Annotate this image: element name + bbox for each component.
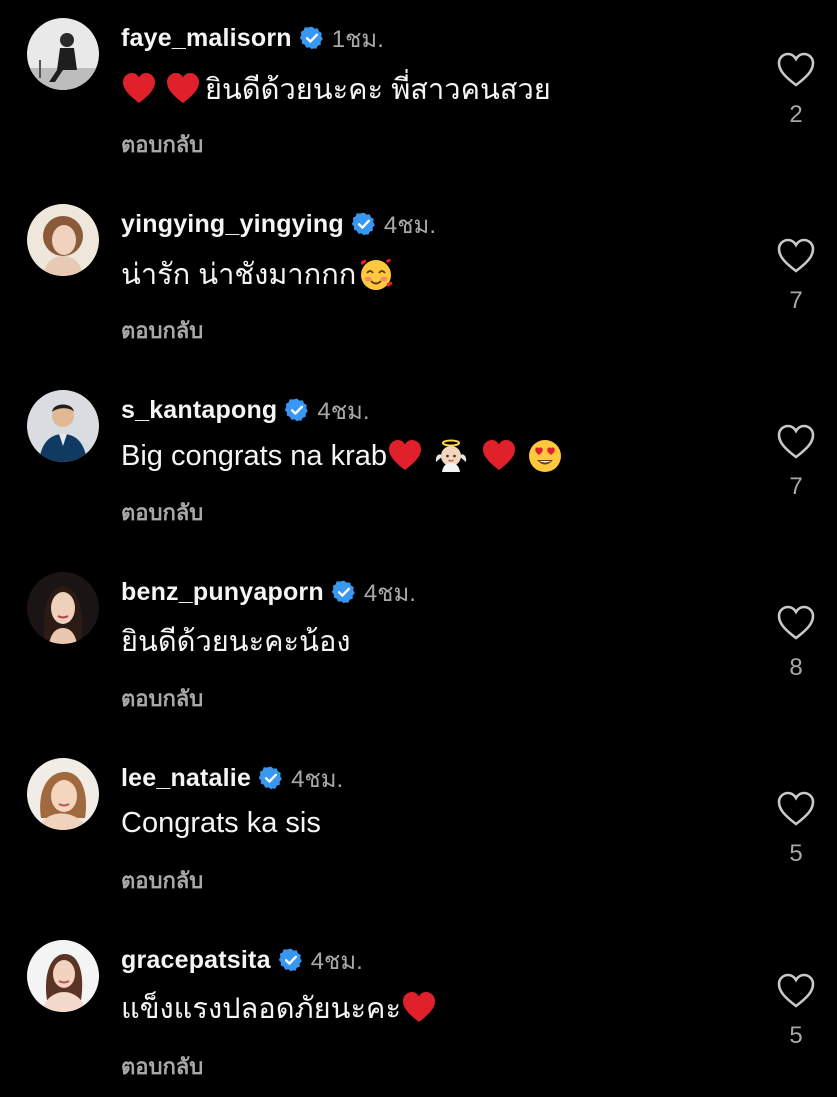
verified-badge-icon xyxy=(258,765,284,791)
comment-header: s_kantapong 4ชม. xyxy=(121,393,370,427)
comment-text: น่ารัก น่าชังมากกก xyxy=(121,252,394,296)
timestamp: 1ชม. xyxy=(331,25,384,53)
verified-badge-icon xyxy=(299,25,325,51)
like-count: 7 xyxy=(789,473,803,500)
baby-angel-icon xyxy=(433,438,469,474)
like-heart-icon[interactable] xyxy=(776,422,816,462)
avatar[interactable] xyxy=(27,940,99,1012)
verified-badge-icon xyxy=(331,579,357,605)
like-heart-icon[interactable] xyxy=(776,236,816,276)
like-heart-icon[interactable] xyxy=(776,603,816,643)
avatar[interactable] xyxy=(27,390,99,462)
avatar[interactable] xyxy=(27,572,99,644)
comment-body: ยินดีด้วยนะคะ พี่สาวคนสวย xyxy=(205,74,551,106)
red-heart-icon xyxy=(481,438,517,474)
timestamp: 4ชม. xyxy=(310,947,363,975)
smiling-face-with-hearts-icon xyxy=(358,256,394,292)
username[interactable]: gracepatsita xyxy=(121,946,271,975)
red-heart-icon xyxy=(165,71,201,107)
comment-body: Congrats ka sis xyxy=(121,806,321,839)
avatar[interactable] xyxy=(27,204,99,276)
avatar[interactable] xyxy=(27,18,99,90)
like-count: 2 xyxy=(789,101,803,128)
reply-button[interactable]: ตอบกลับ xyxy=(121,681,203,716)
red-heart-icon xyxy=(387,438,423,474)
timestamp: 4ชม. xyxy=(383,211,436,239)
reply-button[interactable]: ตอบกลับ xyxy=(121,313,203,348)
comment-header: lee_natalie 4ชม. xyxy=(121,761,343,795)
comment-text: Congrats ka sis xyxy=(121,801,321,845)
comment-body: แข็งแรงปลอดภัยนะคะ xyxy=(121,993,402,1025)
comment-text: ยินดีด้วยนะคะ พี่สาวคนสวย xyxy=(121,67,551,111)
reply-button[interactable]: ตอบกลับ xyxy=(121,1049,203,1084)
like-count: 5 xyxy=(789,1022,803,1049)
timestamp: 4ชม. xyxy=(291,765,344,793)
like-count: 5 xyxy=(789,840,803,867)
comment-header: gracepatsita 4ชม. xyxy=(121,943,363,977)
comment-header: faye_malisorn 1ชม. xyxy=(121,21,384,55)
like-count: 8 xyxy=(789,654,803,681)
comment-text: Big congrats na krab xyxy=(121,434,563,478)
like-heart-icon[interactable] xyxy=(776,971,816,1011)
username[interactable]: faye_malisorn xyxy=(121,24,292,53)
verified-badge-icon xyxy=(351,211,377,237)
comment-body: ยินดีด้วยนะคะน้อง xyxy=(121,626,351,658)
verified-badge-icon xyxy=(284,397,310,423)
reply-button[interactable]: ตอบกลับ xyxy=(121,495,203,530)
timestamp: 4ชม. xyxy=(317,397,370,425)
comment-body: น่ารัก น่าชังมากกก xyxy=(121,259,357,291)
like-count: 7 xyxy=(789,287,803,314)
heart-eyes-icon xyxy=(527,438,563,474)
avatar[interactable] xyxy=(27,758,99,830)
red-heart-icon xyxy=(121,71,157,107)
username[interactable]: lee_natalie xyxy=(121,764,251,793)
reply-button[interactable]: ตอบกลับ xyxy=(121,127,203,162)
username[interactable]: s_kantapong xyxy=(121,396,277,425)
reply-button[interactable]: ตอบกลับ xyxy=(121,863,203,898)
comment-text: ยินดีด้วยนะคะน้อง xyxy=(121,619,351,663)
timestamp: 4ชม. xyxy=(363,579,416,607)
red-heart-icon xyxy=(401,990,437,1026)
comment-header: yingying_yingying 4ชม. xyxy=(121,207,436,241)
verified-badge-icon xyxy=(278,947,304,973)
like-heart-icon[interactable] xyxy=(776,50,816,90)
comment-text: แข็งแรงปลอดภัยนะคะ xyxy=(121,986,437,1030)
like-heart-icon[interactable] xyxy=(776,789,816,829)
comment-body: Big congrats na krab xyxy=(121,439,387,472)
username[interactable]: benz_punyaporn xyxy=(121,578,324,607)
username[interactable]: yingying_yingying xyxy=(121,210,344,239)
comment-header: benz_punyaporn 4ชม. xyxy=(121,575,416,609)
